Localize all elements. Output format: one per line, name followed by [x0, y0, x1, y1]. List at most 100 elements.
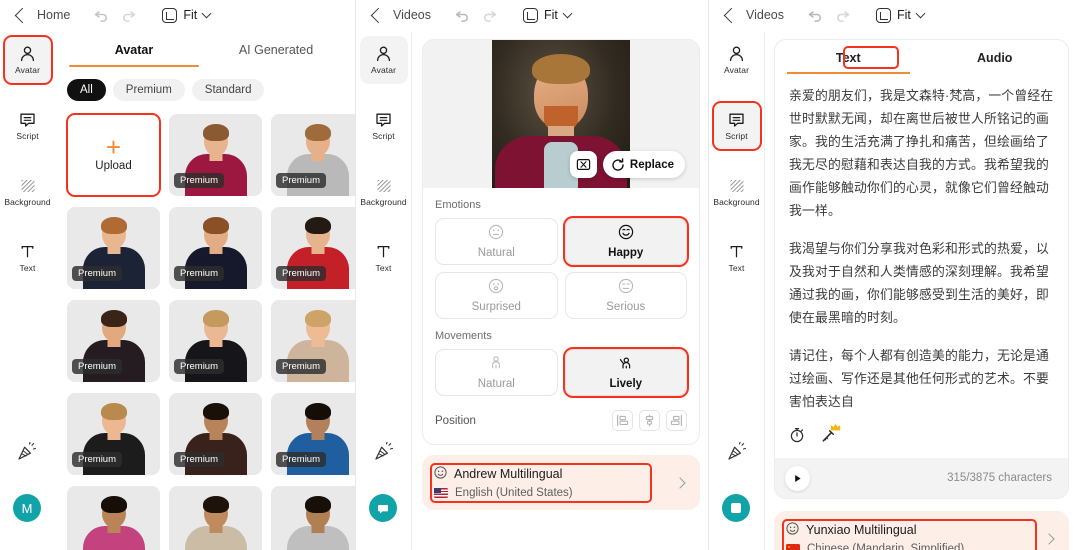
movement-option-natural[interactable]: Natural [435, 349, 558, 396]
emotion-option-happy[interactable]: Happy [564, 218, 687, 265]
smiley-icon [434, 466, 447, 482]
position-align-group [612, 410, 687, 431]
cutout-icon[interactable] [569, 151, 597, 178]
play-icon[interactable] [785, 465, 810, 491]
sidebar-item-script[interactable]: Script [4, 102, 52, 150]
sidebar-label-avatar: Avatar [14, 65, 40, 75]
avatar-tile[interactable]: Premium [169, 393, 262, 475]
align-right-icon[interactable] [666, 410, 687, 431]
tab-audio[interactable]: Audio [922, 40, 1069, 74]
filter-chip-premium[interactable]: Premium [112, 79, 185, 101]
align-center-icon[interactable] [639, 410, 660, 431]
voice-name: Andrew Multilingual [454, 467, 563, 481]
tab-text[interactable]: Text [775, 40, 922, 74]
avatar-tile[interactable]: Premium [67, 207, 160, 289]
emotion-option-surprised[interactable]: Surprised [435, 272, 558, 319]
avatar-tile[interactable] [67, 486, 160, 550]
avatar-tile[interactable]: Premium [67, 300, 160, 382]
stopwatch-icon[interactable] [789, 427, 805, 448]
redo-icon[interactable] [121, 9, 136, 22]
app-root: Home Fit Avatar Script Background Text A… [0, 0, 1080, 550]
sidebar-item-background[interactable]: Background [360, 168, 408, 216]
upload-avatar-tile[interactable]: + Upload [66, 113, 161, 197]
party-popper-icon[interactable] [17, 441, 37, 466]
avatar-preview[interactable]: Replace [423, 40, 699, 188]
sidebar-label-background: Background [713, 197, 760, 207]
avatar-tile[interactable] [169, 486, 262, 550]
undo-icon[interactable] [94, 9, 109, 22]
magic-wand-premium-icon[interactable] [821, 424, 841, 448]
emotion-option-natural[interactable]: Natural [435, 218, 558, 265]
replace-avatar-button[interactable]: Replace [602, 151, 685, 178]
avatar-tile[interactable]: Premium [271, 114, 355, 196]
chevron-right-icon[interactable] [1043, 532, 1055, 545]
sidebar-item-text[interactable]: Text [713, 234, 761, 282]
fit-screen-icon [876, 7, 891, 23]
undo-icon[interactable] [808, 9, 823, 22]
sidebar-item-background[interactable]: Background [713, 168, 761, 216]
avatar-tile[interactable]: Premium [271, 300, 355, 382]
sidebar-item-avatar[interactable]: Avatar [713, 36, 761, 84]
sidebar-item-background[interactable]: Background [4, 168, 52, 216]
tab-ai-generated[interactable]: AI Generated [205, 32, 347, 67]
avatar-tile[interactable]: Premium [169, 207, 262, 289]
script-textarea[interactable]: 亲爱的朋友们，我是文森特·梵高，一个曾经在世时默默无闻，却在离世后被世人所铭记的… [775, 74, 1068, 419]
avatar-tile[interactable]: Premium [67, 393, 160, 475]
back-to-home-button[interactable]: Home [14, 7, 70, 23]
avatar-settings-card: Replace Emotions Natural Happy Surprised… [422, 39, 700, 445]
avatar-tile[interactable]: Premium [271, 393, 355, 475]
avatar-thumbnail [169, 486, 262, 550]
smiley-icon [786, 522, 799, 538]
party-popper-icon[interactable] [727, 441, 747, 466]
panel-avatar-settings: Videos Fit Avatar Script Background Text… [355, 0, 708, 550]
voice-selector-card-andrew[interactable]: Andrew Multilingual English (United Stat… [422, 455, 700, 510]
refresh-icon [612, 157, 624, 171]
sidebar-label-script: Script [16, 131, 39, 141]
avatar-tile[interactable]: Premium [169, 114, 262, 196]
party-popper-icon[interactable] [374, 441, 394, 466]
sidebar-item-script[interactable]: Script [360, 102, 408, 150]
chevron-left-icon [14, 7, 31, 23]
avatar-grid: + Upload Premium Premium Premium Premium Pre… [55, 101, 355, 550]
avatar-tile[interactable]: Premium [169, 300, 262, 382]
movements-section-label: Movements [435, 330, 492, 342]
tab-avatar[interactable]: Avatar [63, 32, 205, 67]
redo-icon[interactable] [835, 9, 850, 22]
movement-label-lively: Lively [609, 378, 643, 390]
avatar-tile[interactable]: Premium [271, 207, 355, 289]
stop-recording-button[interactable] [722, 494, 750, 522]
sidebar-label-script: Script [725, 131, 748, 141]
emotion-label-happy: Happy [608, 247, 644, 259]
panel-script-editor: Videos Fit Avatar Script Background Text… [708, 0, 1079, 550]
emotion-natural-wrap: Natural [435, 218, 558, 265]
back-to-videos-button[interactable]: Videos [723, 7, 784, 23]
premium-badge: Premium [276, 359, 327, 374]
character-counter: 315/3875 characters [947, 472, 1052, 484]
undo-icon[interactable] [455, 9, 470, 22]
sidebar-item-text[interactable]: Text [4, 234, 52, 282]
voice-selector-card-yunxiao[interactable]: Yunxiao Multilingual Chinese (Mandarin, … [774, 511, 1069, 550]
chevron-right-icon[interactable] [674, 476, 686, 489]
text-t-icon [729, 243, 744, 260]
sidebar-item-avatar[interactable]: Avatar [359, 36, 408, 84]
avatar-tile[interactable] [271, 486, 355, 550]
filter-chip-all[interactable]: All [67, 79, 106, 101]
chat-support-button[interactable] [369, 494, 397, 522]
script-paragraph-3: 请记住，每个人都有创造美的能力，无论是通过绘画、写作还是其他任何形式的艺术。不要… [789, 348, 1049, 409]
user-avatar-badge[interactable]: M [13, 494, 41, 522]
align-left-icon[interactable] [612, 410, 633, 431]
panel3-topbar: Videos Fit [709, 0, 1079, 30]
sidebar-item-avatar[interactable]: Avatar [2, 35, 53, 85]
redo-icon[interactable] [482, 9, 497, 22]
movement-option-lively[interactable]: Lively [564, 349, 687, 396]
filter-chip-standard[interactable]: Standard [191, 79, 265, 101]
zoom-fit-dropdown[interactable]: Fit [162, 7, 212, 23]
fit-label: Fit [183, 8, 198, 22]
zoom-fit-dropdown[interactable]: Fit [523, 7, 573, 23]
zoom-fit-dropdown[interactable]: Fit [876, 7, 926, 23]
back-to-videos-button[interactable]: Videos [370, 7, 431, 23]
sidebar-item-text[interactable]: Text [360, 234, 408, 282]
emotion-option-serious[interactable]: Serious [564, 272, 687, 319]
library-tabs: Avatar AI Generated [55, 32, 355, 67]
sidebar-item-script[interactable]: Script [711, 101, 762, 151]
